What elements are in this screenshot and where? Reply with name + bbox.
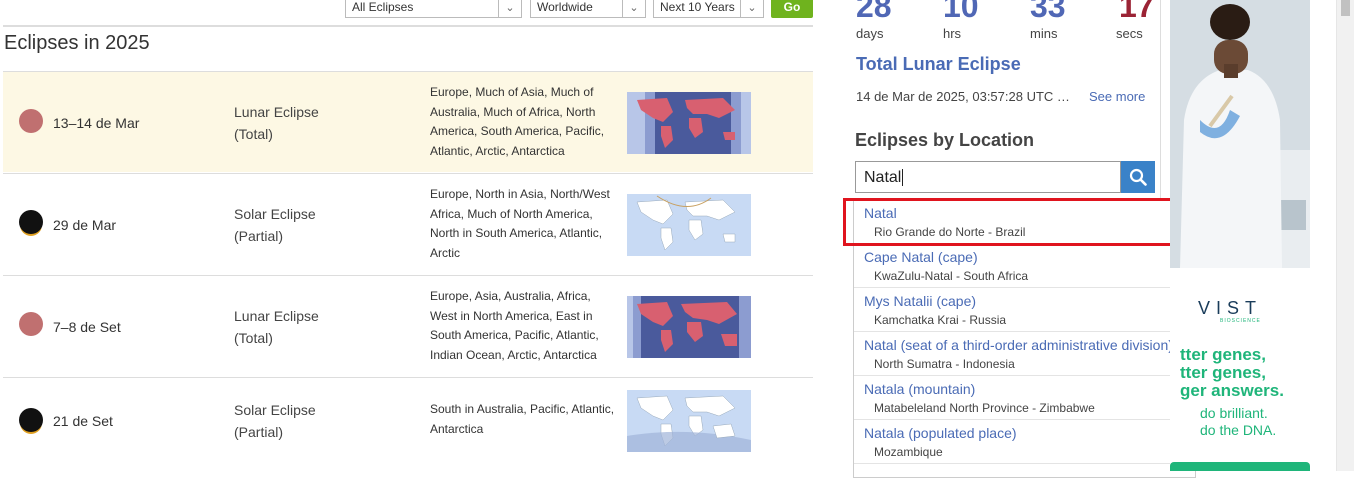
location-search-input[interactable]: Natal bbox=[855, 161, 1121, 193]
eclipse-date: 29 de Mar bbox=[53, 217, 117, 233]
eclipse-subtype: (Partial) bbox=[234, 228, 284, 244]
eclipse-subtype: (Total) bbox=[234, 126, 273, 142]
ad-tagline-2: do the DNA. bbox=[1200, 422, 1277, 438]
page-scrollbar[interactable] bbox=[1336, 0, 1354, 471]
ad-photo bbox=[1170, 0, 1310, 268]
suggestion-region: Matabeleland North Province - Zimbabwe bbox=[874, 401, 1095, 415]
eclipse-visibility: Europe, Asia, Australia, Africa, West in… bbox=[430, 289, 599, 362]
eclipse-type[interactable]: Lunar Eclipse (Total) bbox=[234, 305, 319, 349]
eclipse-date: 21 de Set bbox=[53, 413, 113, 429]
ad-cta-button[interactable] bbox=[1170, 462, 1310, 471]
eclipse-kind: Lunar Eclipse bbox=[234, 308, 319, 324]
selection-highlight bbox=[843, 198, 1211, 246]
suggestion-region: North Sumatra - Indonesia bbox=[874, 357, 1015, 371]
solar-eclipse-icon bbox=[19, 408, 43, 432]
ad-headline-3: ger answers. bbox=[1180, 381, 1284, 400]
eclipse-subtype: (Partial) bbox=[234, 424, 284, 440]
eclipses-by-location-heading: Eclipses by Location bbox=[855, 130, 1035, 150]
search-icon bbox=[1129, 168, 1147, 186]
countdown-days: 28 bbox=[856, 0, 892, 24]
eclipse-row[interactable]: 21 de Set Solar Eclipse (Partial) South … bbox=[3, 377, 813, 478]
eclipse-kind: Solar Eclipse bbox=[234, 206, 316, 222]
eclipse-row[interactable]: 7–8 de Set Lunar Eclipse (Total) Europe,… bbox=[3, 275, 813, 376]
suggestion-name: Natala (populated place) bbox=[864, 425, 1017, 441]
eclipse-subtype: (Total) bbox=[234, 330, 273, 346]
next-eclipse-title[interactable]: Total Lunar Eclipse bbox=[856, 54, 1021, 75]
suggestion-item[interactable]: Mys Natalii (cape) Kamchatka Krai - Russ… bbox=[854, 287, 1195, 332]
page-title: Eclipses in 2025 bbox=[4, 32, 150, 54]
suggestion-item[interactable]: Natal (seat of a third-order administrat… bbox=[854, 331, 1195, 376]
countdown-days-label: days bbox=[856, 26, 884, 41]
ad-logo-sub: BIOSCIENCE bbox=[1220, 318, 1261, 324]
search-button[interactable] bbox=[1121, 161, 1155, 193]
suggestion-name: Natala (mountain) bbox=[864, 381, 976, 397]
eclipse-type[interactable]: Lunar Eclipse (Total) bbox=[234, 101, 319, 145]
eclipse-type-value: All Eclipses bbox=[352, 0, 414, 14]
eclipse-kind: Solar Eclipse bbox=[234, 402, 316, 418]
location-search-value: Natal bbox=[864, 169, 902, 186]
suggestion-name: Natal (seat of a third-order administrat… bbox=[864, 337, 1173, 353]
eclipse-visibility: Europe, North in Asia, North/West Africa… bbox=[430, 187, 610, 260]
countdown-hrs: 10 bbox=[943, 0, 979, 24]
countdown-secs: 17 bbox=[1119, 0, 1155, 24]
period-select[interactable]: Next 10 Years ⌄ bbox=[653, 0, 764, 18]
region-select[interactable]: Worldwide ⌄ bbox=[530, 0, 646, 18]
divider bbox=[3, 25, 813, 27]
suggestion-name: Cape Natal (cape) bbox=[864, 249, 978, 265]
countdown-mins: 33 bbox=[1030, 0, 1066, 24]
eclipse-type[interactable]: Solar Eclipse (Partial) bbox=[234, 203, 316, 247]
suggestion-name: Mys Natalii (cape) bbox=[864, 293, 977, 309]
scrollbar-thumb[interactable] bbox=[1341, 0, 1350, 16]
eclipse-kind: Lunar Eclipse bbox=[234, 104, 319, 120]
eclipse-date: 7–8 de Set bbox=[53, 319, 121, 335]
suggestion-region: KwaZulu-Natal - South Africa bbox=[874, 269, 1029, 283]
suggestion-item[interactable]: Cape Natal (cape) KwaZulu-Natal - South … bbox=[854, 243, 1195, 288]
eclipse-type[interactable]: Solar Eclipse (Partial) bbox=[234, 399, 316, 443]
countdown-mins-label: mins bbox=[1030, 26, 1058, 41]
eclipse-row[interactable]: 13–14 de Mar Lunar Eclipse (Total) Europ… bbox=[3, 71, 813, 172]
period-value: Next 10 Years bbox=[660, 0, 735, 14]
chevron-down-icon: ⌄ bbox=[622, 0, 645, 17]
eclipse-map[interactable] bbox=[627, 296, 751, 358]
eclipse-date: 13–14 de Mar bbox=[53, 115, 140, 131]
ad-tagline-1: do brilliant. bbox=[1200, 405, 1268, 421]
countdown-secs-label: secs bbox=[1116, 26, 1143, 41]
eclipse-visibility: Europe, Much of Asia, Much of Australia,… bbox=[430, 85, 605, 158]
eclipse-map[interactable] bbox=[627, 390, 751, 452]
go-button[interactable]: Go bbox=[771, 0, 813, 18]
eclipse-type-select[interactable]: All Eclipses ⌄ bbox=[345, 0, 522, 18]
eclipse-visibility: South in Australia, Pacific, Atlantic, A… bbox=[430, 402, 615, 436]
region-value: Worldwide bbox=[537, 0, 593, 14]
solar-eclipse-icon bbox=[19, 210, 43, 234]
eclipse-map[interactable] bbox=[627, 194, 751, 256]
chevron-down-icon: ⌄ bbox=[740, 0, 763, 17]
see-more-link[interactable]: See more bbox=[1089, 89, 1145, 104]
ad-logo: VIST bbox=[1198, 298, 1263, 318]
lunar-eclipse-icon bbox=[19, 109, 43, 133]
suggestion-region: Mozambique bbox=[874, 445, 943, 459]
advertisement[interactable]: VIST BIOSCIENCE tter genes, tter genes, … bbox=[1170, 0, 1310, 471]
chevron-down-icon: ⌄ bbox=[498, 0, 521, 17]
suggestion-item[interactable]: Natala (mountain) Matabeleland North Pro… bbox=[854, 375, 1195, 420]
suggestion-region: Kamchatka Krai - Russia bbox=[874, 313, 1007, 327]
eclipse-row[interactable]: 29 de Mar Solar Eclipse (Partial) Europe… bbox=[3, 173, 813, 274]
ad-headline-2: tter genes, bbox=[1180, 363, 1266, 382]
suggestion-item[interactable]: Natala (populated place) Mozambique bbox=[854, 419, 1195, 464]
eclipse-map[interactable] bbox=[627, 92, 751, 154]
ad-headline-1: tter genes, bbox=[1180, 345, 1266, 364]
countdown-hrs-label: hrs bbox=[943, 26, 962, 41]
next-eclipse-datetime: 14 de Mar de 2025, 03:57:28 UTC … bbox=[856, 89, 1070, 104]
lunar-eclipse-icon bbox=[19, 312, 43, 336]
